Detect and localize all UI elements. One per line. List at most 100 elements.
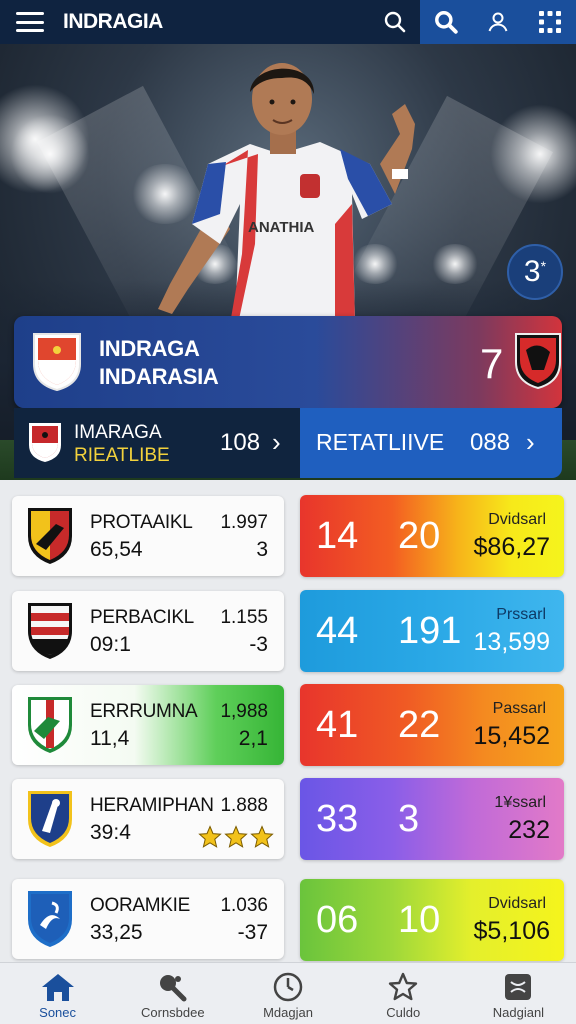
star-icon <box>385 971 421 1003</box>
odds-label: Prssarl <box>496 606 546 623</box>
odds-amount: $5,106 <box>473 917 550 945</box>
team-card[interactable]: ERRRUMNA 11,4 1,988 2,1 <box>12 685 284 765</box>
stadium-light <box>430 244 480 284</box>
search-icon <box>384 11 406 33</box>
odds-card[interactable]: 44 191 Prssarl 13,599 <box>300 590 564 672</box>
bottom-navigation: Sonec Cornsbdee Mdagjan Culdo Nadgianl <box>0 962 576 1024</box>
odds-card[interactable]: 06 10 Dvidsarl $5,106 <box>300 879 564 961</box>
nav-item-favorites[interactable]: Culdo <box>346 963 461 1024</box>
odds-away: 22 <box>398 704 441 746</box>
stadium-light <box>10 114 90 194</box>
nav-item-scores[interactable]: Cornsbdee <box>115 963 230 1024</box>
team-card[interactable]: OORAMKIE 33,25 1.036 -37 <box>12 879 284 959</box>
apps-button[interactable] <box>524 0 576 44</box>
team-crest <box>28 697 72 753</box>
team-card[interactable]: PERBACIKL 09:1 1.155 -3 <box>12 591 284 671</box>
standings-value: 108 <box>220 429 261 456</box>
relative-value: 088 <box>470 429 511 456</box>
team-name: OORAMKIE <box>90 895 191 916</box>
odds-away: 3 <box>398 798 420 840</box>
odds-amount: 232 <box>508 816 550 844</box>
rating-star-icon <box>198 825 222 848</box>
user-icon <box>488 12 508 32</box>
team-rating: 1.155 <box>220 607 268 628</box>
team-diff: -3 <box>249 633 268 656</box>
standings-link[interactable]: IMARAGA RIEATLIBE 108 › <box>14 408 300 478</box>
team-crest <box>28 891 72 947</box>
team-rating: 1,988 <box>220 701 268 722</box>
app-title: INDRAGIA <box>63 10 163 33</box>
odds-label: Passarl <box>492 700 546 717</box>
odds-home: 06 <box>316 899 359 941</box>
menu-icon[interactable] <box>16 12 44 32</box>
chevron-right-icon: › <box>272 427 281 457</box>
odds-amount: 13,599 <box>473 628 550 656</box>
team-diff: 3 <box>256 538 268 561</box>
nav-label: Sonec <box>39 1005 77 1020</box>
odds-label: Dvidsarl <box>488 895 546 912</box>
team-stat: 11,4 <box>90 727 130 750</box>
rating-star-icon <box>224 825 248 848</box>
clock-icon <box>270 971 306 1003</box>
team-diff: 2,1 <box>238 727 268 750</box>
team-name: ERRRUMNA <box>90 701 198 722</box>
search-button[interactable] <box>370 0 420 44</box>
odds-home: 44 <box>316 610 359 652</box>
svg-text:ANATHIA: ANATHIA <box>248 219 315 236</box>
team-stat: 09:1 <box>90 633 131 656</box>
team-crest <box>28 603 72 659</box>
team-card[interactable]: PROTAAIKL 65,54 1.997 3 <box>12 496 284 576</box>
team-stat: 65,54 <box>90 538 143 561</box>
nav-item-schedule[interactable]: Mdagjan <box>230 963 345 1024</box>
relative-label: RETATLIIVE <box>316 429 445 455</box>
home-icon <box>40 971 76 1003</box>
round-badge-number: 3 <box>523 255 541 288</box>
odds-amount: $86,27 <box>473 533 550 561</box>
rating-stars <box>198 825 274 849</box>
pitch-icon <box>500 971 536 1003</box>
odds-home: 33 <box>316 798 359 840</box>
chevron-right-icon: › <box>526 427 535 457</box>
odds-home: 14 <box>316 515 359 557</box>
team-rating: 1.888 <box>220 795 268 816</box>
odds-away: 20 <box>398 515 441 557</box>
round-badge[interactable]: 3 * <box>507 244 563 300</box>
team-name: PERBACIKL <box>90 607 194 628</box>
league-crest <box>29 423 61 462</box>
team-crest-away <box>515 333 561 390</box>
nav-label: Culdo <box>386 1005 421 1020</box>
profile-button[interactable] <box>472 0 524 44</box>
team-stat: 39:4 <box>90 821 131 844</box>
team-crest-home <box>33 333 81 392</box>
nav-label: Cornsbdee <box>141 1005 205 1020</box>
team-rating: 1.997 <box>220 512 268 533</box>
odds-amount: 15,452 <box>473 722 550 750</box>
nav-item-more[interactable]: Nadgianl <box>461 963 576 1024</box>
search-bold-icon <box>435 11 458 34</box>
team-stat: 33,25 <box>90 921 143 944</box>
odds-label: 1¥ssarl <box>494 794 546 811</box>
round-badge-sup: * <box>540 258 547 274</box>
nav-label: Mdagjan <box>263 1005 313 1020</box>
grid-icon <box>539 11 561 33</box>
home-team-name: INDRAGA <box>99 336 200 361</box>
relative-link[interactable]: RETATLIIVE 088 › <box>300 408 562 478</box>
team-diff: -37 <box>237 921 268 944</box>
odds-away: 191 <box>398 610 462 652</box>
odds-label: Dvidsarl <box>488 511 546 528</box>
team-crest <box>28 508 72 564</box>
standings-title: IMARAGA <box>74 422 162 443</box>
odds-card[interactable]: 41 22 Passarl 15,452 <box>300 684 564 766</box>
match-score-card[interactable]: INDRAGA INDARASIA 7 <box>14 316 562 408</box>
top-app-bar: INDRAGIA <box>0 0 576 44</box>
nav-item-home[interactable]: Sonec <box>0 963 115 1024</box>
odds-card[interactable]: 33 3 1¥ssarl 232 <box>300 778 564 860</box>
zoom-search-button[interactable] <box>420 0 472 44</box>
team-card[interactable]: HERAMIPHAN 39:4 1.888 <box>12 779 284 859</box>
whistle-icon <box>155 971 191 1003</box>
rating-star-icon <box>250 825 274 848</box>
nav-label: Nadgianl <box>492 1005 545 1020</box>
standings-subtitle: RIEATLIBE <box>74 445 170 466</box>
team-name: PROTAAIKL <box>90 512 193 533</box>
odds-card[interactable]: 14 20 Dvidsarl $86,27 <box>300 495 564 577</box>
